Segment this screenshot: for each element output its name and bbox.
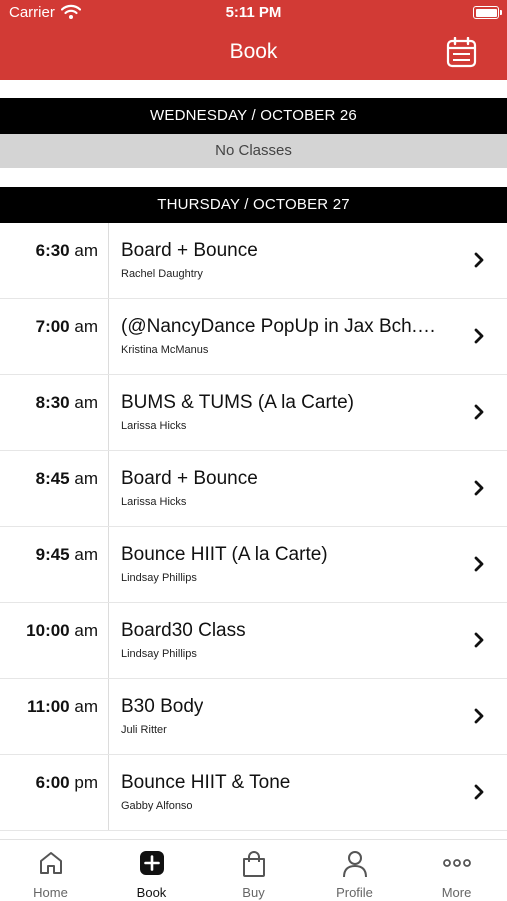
tab-book[interactable]: Book	[101, 840, 202, 901]
class-time: 6:00 pm	[36, 773, 98, 793]
plus-square-icon	[139, 851, 164, 875]
battery-icon	[473, 6, 502, 19]
class-name: BUMS & TUMS (A la Carte)	[121, 392, 354, 413]
class-time-ampm: am	[74, 317, 98, 336]
instructor-name: Lindsay Phillips	[121, 572, 197, 584]
app-header: Carrier 5:11 PM Book	[0, 0, 507, 80]
class-time-value: 7:00	[35, 317, 70, 336]
class-time-value: 9:45	[35, 545, 70, 564]
class-row[interactable]: 10:00 am Board30 Class Lindsay Phillips	[0, 603, 507, 679]
instructor-name: Rachel Daughtry	[121, 268, 203, 280]
class-time: 8:45 am	[36, 469, 98, 489]
class-time-cell: 6:00 pm	[0, 755, 109, 830]
chevron-right-icon[interactable]	[472, 479, 486, 497]
tab-label-profile: Profile	[336, 885, 373, 900]
tab-label-home: Home	[33, 885, 68, 900]
class-row[interactable]: 6:30 am Board + Bounce Rachel Daughtry	[0, 223, 507, 299]
tab-buy[interactable]: Buy	[203, 840, 304, 901]
class-time-cell: 8:30 am	[0, 375, 109, 450]
class-time-ampm: am	[74, 241, 98, 260]
instructor-name: Gabby Alfonso	[121, 800, 193, 812]
more-dots-icon	[442, 859, 471, 867]
person-icon	[342, 851, 367, 878]
tab-profile[interactable]: Profile	[304, 840, 405, 901]
class-name: Board30 Class	[121, 620, 246, 641]
class-list: 6:30 am Board + Bounce Rachel Daughtry 7:00…	[0, 223, 507, 831]
instructor-name: Larissa Hicks	[121, 420, 187, 432]
tab-label-buy: Buy	[242, 885, 265, 900]
class-name: Board + Bounce	[121, 468, 258, 489]
class-time-ampm: am	[74, 621, 98, 640]
class-time-ampm: am	[74, 697, 98, 716]
class-time: 7:00 am	[36, 317, 98, 337]
class-time-value: 6:30	[35, 241, 70, 260]
class-time-cell: 6:30 am	[0, 223, 109, 298]
home-icon	[39, 852, 62, 874]
class-time-value: 10:00	[26, 621, 70, 640]
tab-label-book: Book	[136, 885, 167, 900]
instructor-name: Larissa Hicks	[121, 496, 187, 508]
class-time-value: 6:00	[35, 773, 70, 792]
chevron-right-icon[interactable]	[472, 783, 486, 801]
tab-bar: Home Book Buy Profile More	[0, 839, 507, 901]
class-time-ampm: am	[74, 469, 98, 488]
day-header-thursday: THURSDAY / OCTOBER 27	[0, 187, 507, 223]
class-time-value: 11:00	[27, 697, 70, 716]
instructor-name: Juli Ritter	[121, 724, 167, 736]
class-time: 8:30 am	[36, 393, 98, 413]
class-row[interactable]: 7:00 am (@NancyDance PopUp in Jax Bch.… Kr…	[0, 299, 507, 375]
chevron-right-icon[interactable]	[472, 555, 486, 573]
chevron-right-icon[interactable]	[472, 251, 486, 269]
class-name: Board + Bounce	[121, 240, 258, 261]
class-name: B30 Body	[121, 696, 204, 717]
chevron-right-icon[interactable]	[472, 403, 486, 421]
class-row[interactable]: 11:00 am B30 Body Juli Ritter	[0, 679, 507, 755]
class-time-cell: 11:00 am	[0, 679, 109, 754]
no-classes-message: No Classes	[0, 134, 507, 168]
class-time-cell: 10:00 am	[0, 603, 109, 678]
class-row[interactable]: 9:45 am Bounce HIIT (A la Carte) Lindsay P…	[0, 527, 507, 603]
class-time-cell: 8:45 am	[0, 451, 109, 526]
tab-label-more: More	[441, 885, 472, 900]
class-time: 9:45 am	[36, 545, 98, 565]
class-time: 10:00 am	[26, 621, 98, 641]
class-row[interactable]: 8:30 am BUMS & TUMS (A la Carte) Larissa H…	[0, 375, 507, 451]
chevron-right-icon[interactable]	[472, 631, 486, 649]
class-time-cell: 9:45 am	[0, 527, 109, 602]
status-time: 5:11 PM	[225, 4, 282, 21]
class-time: 11:00 am	[27, 697, 98, 717]
class-time-value: 8:45	[35, 469, 70, 488]
class-time-ampm: am	[74, 393, 98, 412]
class-time-cell: 7:00 am	[0, 299, 109, 374]
class-name: (@NancyDance PopUp in Jax Bch.…	[121, 316, 436, 337]
calendar-icon[interactable]	[446, 37, 477, 68]
class-time: 6:30 am	[36, 241, 98, 261]
class-name: Bounce HIIT (A la Carte)	[121, 544, 328, 565]
class-time-value: 8:30	[35, 393, 70, 412]
instructor-name: Lindsay Phillips	[121, 648, 197, 660]
page-title: Book	[229, 40, 278, 63]
day-header-wednesday: WEDNESDAY / OCTOBER 26	[0, 98, 507, 134]
tab-home[interactable]: Home	[0, 840, 101, 901]
status-bar: Carrier 5:11 PM	[0, 0, 507, 26]
tab-more[interactable]: More	[406, 840, 507, 901]
instructor-name: Kristina McManus	[121, 344, 209, 356]
chevron-right-icon[interactable]	[472, 707, 486, 725]
class-time-ampm: pm	[74, 773, 98, 792]
class-time-ampm: am	[74, 545, 98, 564]
class-row[interactable]: 8:45 am Board + Bounce Larissa Hicks	[0, 451, 507, 527]
class-row[interactable]: 6:00 pm Bounce HIIT & Tone Gabby Alfonso	[0, 755, 507, 831]
shopping-bag-icon	[242, 851, 265, 877]
chevron-right-icon[interactable]	[472, 327, 486, 345]
class-name: Bounce HIIT & Tone	[121, 772, 291, 793]
